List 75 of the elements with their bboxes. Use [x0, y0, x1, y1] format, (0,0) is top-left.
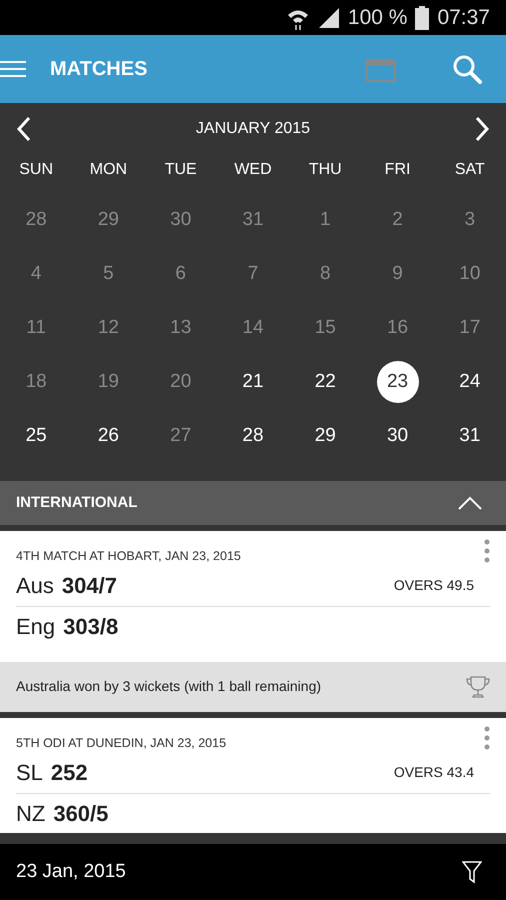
next-month-icon[interactable] [474, 116, 490, 142]
filter-icon[interactable] [462, 860, 482, 884]
menu-icon[interactable] [0, 60, 26, 78]
calendar-day[interactable]: 30 [160, 199, 202, 241]
overs-label: OVERS 43.4 [394, 763, 474, 782]
weekday-label: THU [308, 160, 343, 180]
clock: 07:37 [437, 4, 490, 31]
calendar-day[interactable]: 15 [304, 307, 346, 349]
result-text: Australia won by 3 wickets (with 1 ball remaining) [16, 677, 322, 696]
section-title: INTERNATIONAL [16, 492, 138, 513]
weekday-label: SAT [454, 160, 486, 180]
match-card[interactable]: 4TH MATCH AT HOBART, JAN 23, 2015 Aus 304/7 OVERS 49.5 Eng 303/8 Australia won by 3 wickets (with 1 ball remaining) [0, 531, 506, 712]
weekday-label: FRI [384, 160, 412, 180]
weekday-label: TUE [164, 160, 198, 180]
calendar-day[interactable]: 25 [15, 415, 58, 457]
battery-percentage: 100 % [348, 4, 408, 31]
more-options-icon[interactable] [484, 726, 490, 750]
calendar-day[interactable]: 30 [376, 415, 419, 457]
calendar-day[interactable]: 8 [304, 253, 346, 295]
calendar-day[interactable]: 31 [448, 415, 491, 457]
calendar-day[interactable]: 7 [232, 253, 274, 295]
calendar-day[interactable]: 29 [304, 415, 346, 457]
team-name: SL [16, 759, 43, 787]
calendar-day[interactable]: 5 [87, 253, 130, 295]
signal-icon [318, 6, 340, 28]
calendar-day[interactable]: 23 [376, 361, 419, 403]
battery-icon [415, 6, 430, 30]
weekday-label: WED [233, 160, 273, 180]
team-score: 360/5 [53, 800, 110, 828]
calendar-day[interactable]: 20 [160, 361, 202, 403]
calendar-day[interactable]: 4 [15, 253, 58, 295]
previous-month-icon[interactable] [16, 116, 32, 142]
calendar-day[interactable]: 11 [15, 307, 58, 349]
collapse-icon[interactable] [458, 495, 482, 511]
calendar-day[interactable]: 21 [232, 361, 274, 403]
team-score: 304/7 [62, 572, 118, 600]
calendar-day[interactable]: 13 [160, 307, 202, 349]
calendar-day[interactable]: 28 [232, 415, 274, 457]
team-name: NZ [16, 800, 46, 828]
team-name: Eng [16, 612, 56, 641]
screen-title: MATCHES [50, 57, 148, 82]
calendar-day[interactable]: 28 [15, 199, 58, 241]
calendar-day[interactable]: 14 [232, 307, 274, 349]
overs-label: OVERS 49.5 [394, 576, 474, 596]
calendar-day[interactable]: 2 [376, 199, 419, 241]
section-header[interactable]: INTERNATIONAL [0, 481, 506, 525]
team-score: 303/8 [63, 612, 120, 641]
selected-date: 23 Jan, 2015 [16, 860, 126, 884]
more-options-icon[interactable] [484, 539, 490, 563]
calendar-day[interactable]: 26 [87, 415, 130, 457]
calendar-day[interactable]: 22 [304, 361, 346, 403]
calendar-day[interactable]: 6 [160, 253, 202, 295]
calendar-day[interactable]: 18 [15, 361, 58, 403]
team-name: Aus [16, 572, 54, 600]
match-card[interactable]: 5TH ODI AT DUNEDIN, JAN 23, 2015 SL 252 OVERS 43.4 NZ 360/5 [0, 718, 506, 832]
trophy-icon [466, 674, 490, 699]
month-label: JANUARY 2015 [196, 119, 310, 139]
weekday-label: MON [88, 160, 128, 180]
calendar-day[interactable]: 10 [448, 253, 491, 295]
calendar-day[interactable]: 17 [448, 307, 491, 349]
search-icon[interactable] [452, 54, 482, 84]
calendar-day[interactable]: 12 [87, 307, 130, 349]
match-title: 4TH MATCH AT HOBART, JAN 23, 2015 [16, 548, 241, 565]
calendar-day[interactable]: 9 [376, 253, 419, 295]
calendar-day[interactable]: 3 [448, 199, 491, 241]
calendar-day[interactable]: 27 [160, 415, 202, 457]
calendar-day[interactable]: 29 [87, 199, 130, 241]
calendar-day[interactable]: 1 [304, 199, 346, 241]
calendar-day[interactable]: 16 [376, 307, 419, 349]
calendar-day[interactable]: 24 [448, 361, 491, 403]
calendar-day[interactable]: 19 [87, 361, 130, 403]
calendar-day[interactable]: 31 [232, 199, 274, 241]
team-score: 252 [50, 759, 89, 787]
match-title: 5TH ODI AT DUNEDIN, JAN 23, 2015 [16, 734, 226, 752]
weekday-label: SUN [18, 160, 54, 180]
